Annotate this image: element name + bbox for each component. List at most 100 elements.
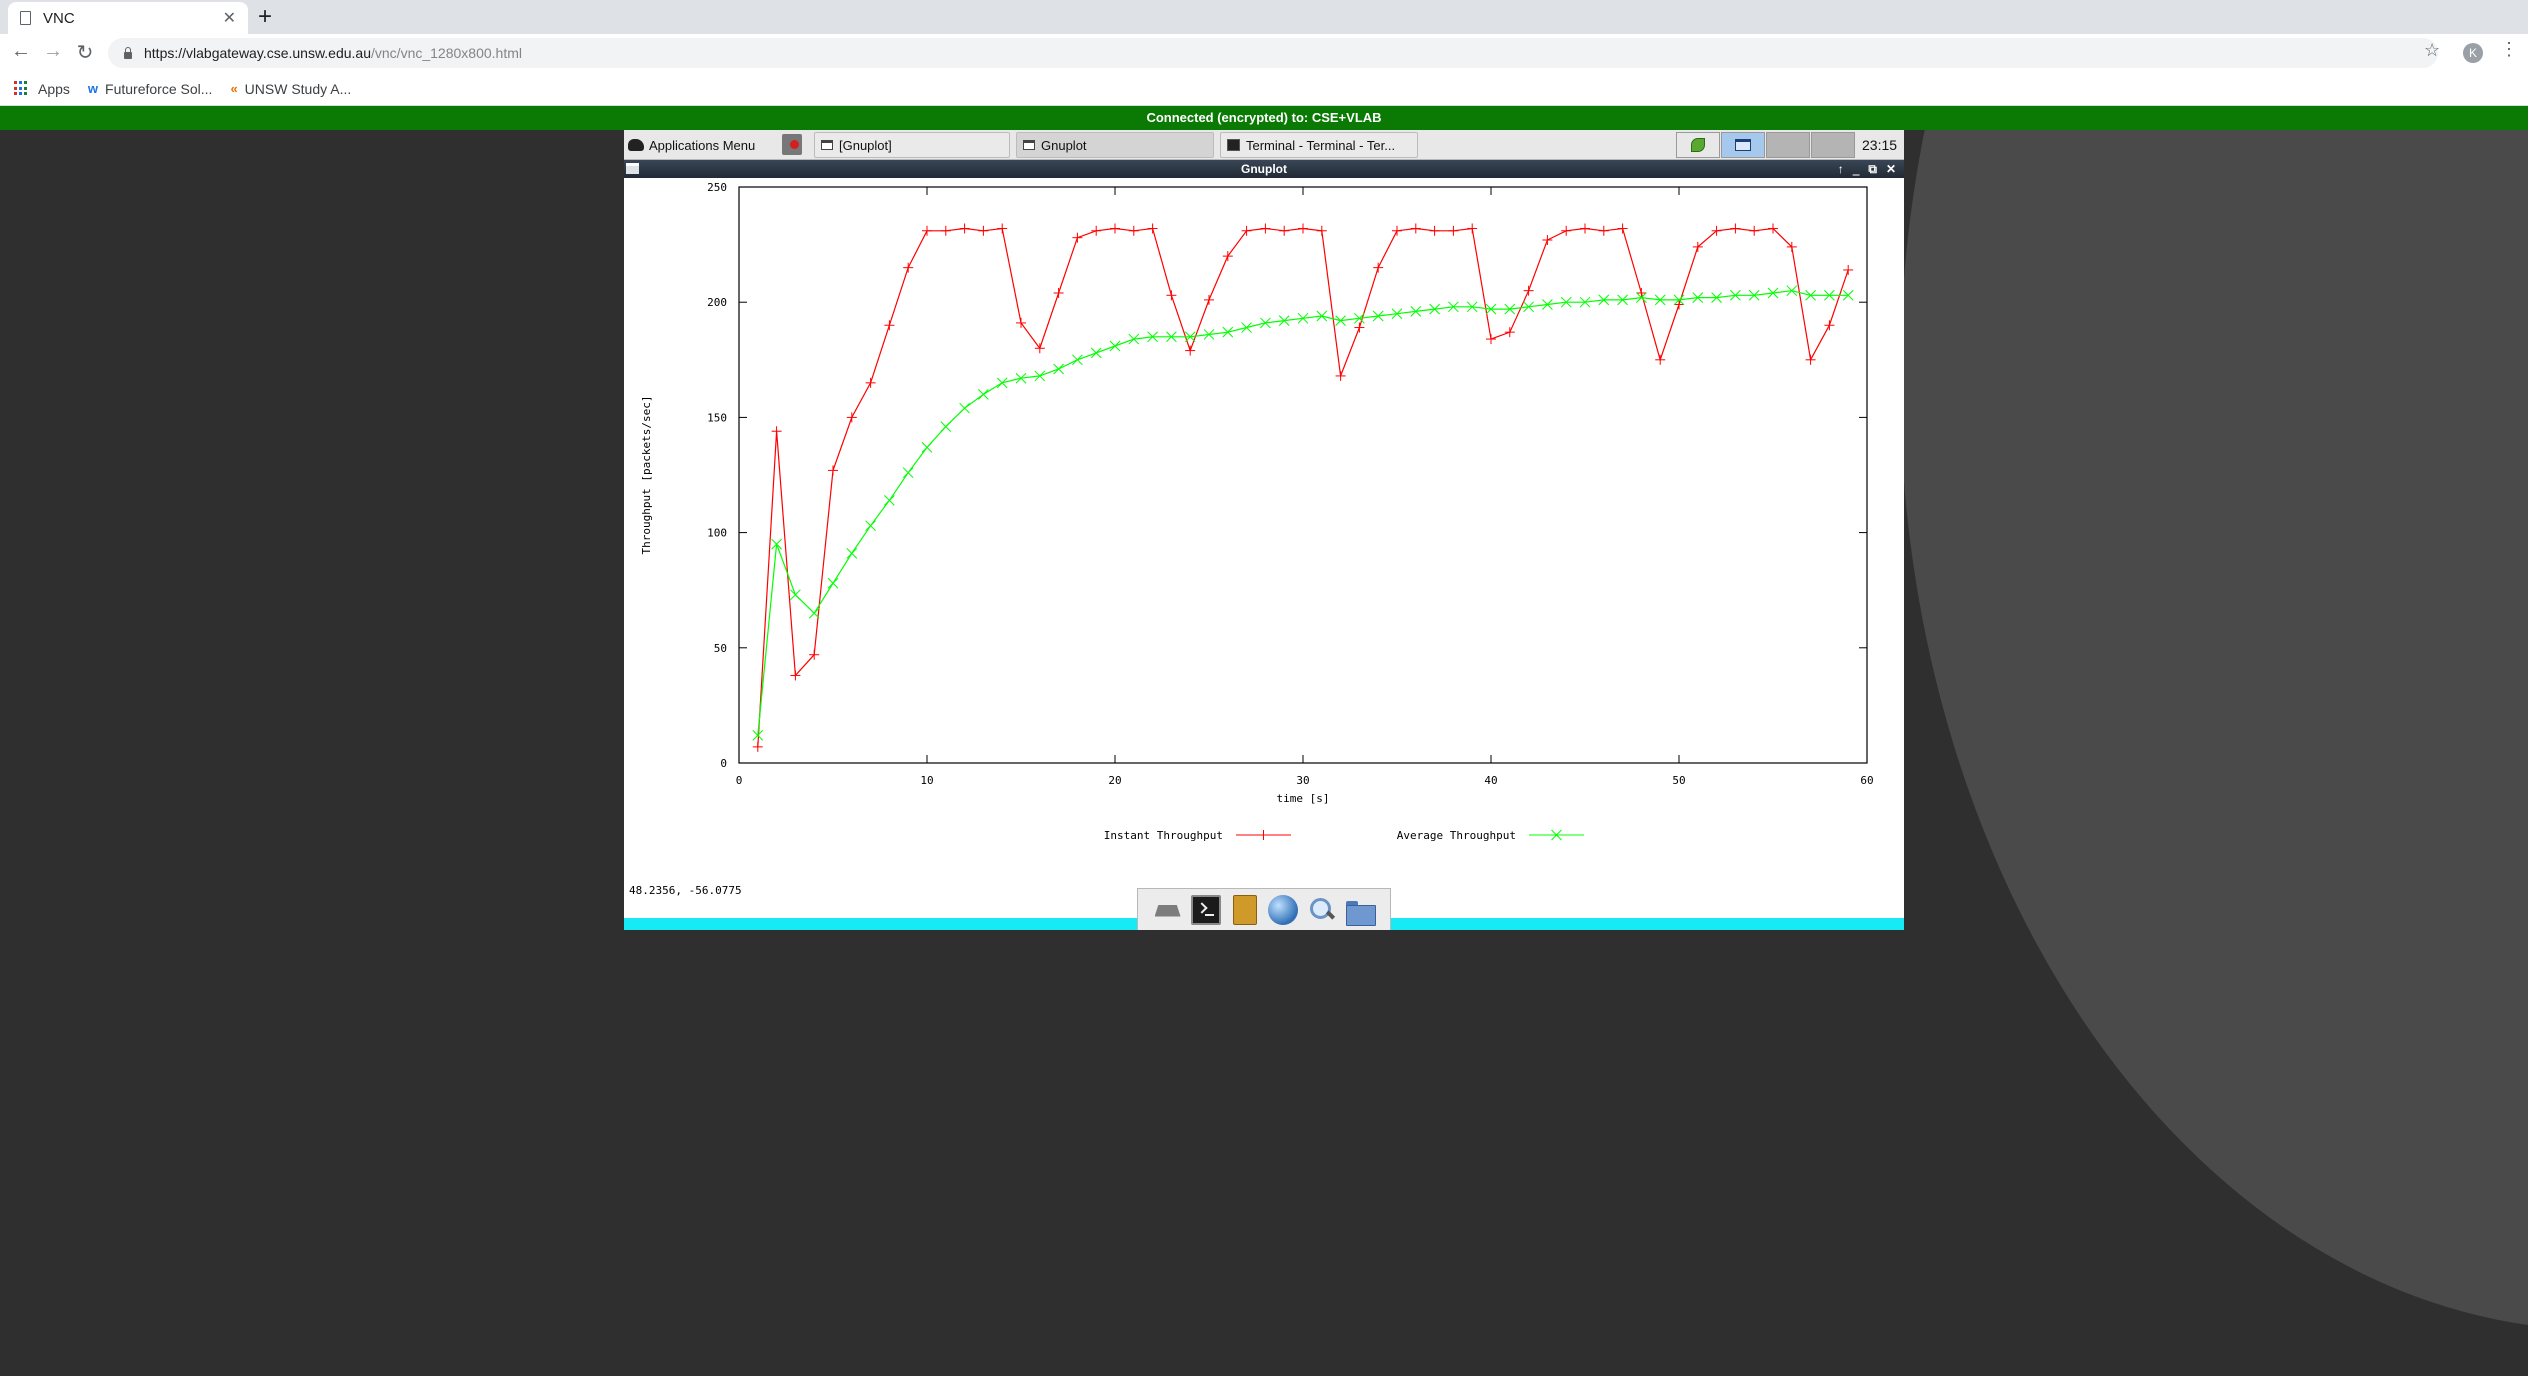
x-tick-label: 40 xyxy=(1484,774,1497,787)
bookmark-unsw[interactable]: « UNSW Study A... xyxy=(230,81,351,97)
tab-strip: VNC ✕ + xyxy=(0,0,2528,34)
average-throughput-point xyxy=(959,402,970,414)
series-markers xyxy=(752,223,1854,752)
gnuplot-chart[interactable]: 0 10 20 30 40 50 60 0 50 100 150 200 250 time [s] Th… xyxy=(624,178,1904,898)
reload-button[interactable]: ↻ xyxy=(72,40,98,65)
x-tick-label: 20 xyxy=(1108,774,1121,787)
terminal-icon xyxy=(1227,139,1240,151)
y-tick-label: 50 xyxy=(714,642,727,655)
window-title: Gnuplot xyxy=(1241,162,1287,176)
average-throughput-point xyxy=(827,577,839,589)
panel-tray: 23:15 xyxy=(1676,132,1904,158)
search-icon[interactable] xyxy=(1307,895,1337,925)
forward-button[interactable]: → xyxy=(40,40,66,63)
instant-throughput-point xyxy=(940,225,951,236)
shade-up-button[interactable]: ↑ xyxy=(1838,160,1844,178)
web-browser-icon[interactable] xyxy=(1268,894,1299,925)
instant-throughput-point xyxy=(1166,290,1177,301)
instant-throughput-point xyxy=(1523,285,1534,296)
average-throughput-point xyxy=(808,607,820,619)
instant-throughput-point xyxy=(903,262,914,273)
tab-vnc[interactable]: VNC ✕ xyxy=(8,2,248,34)
profile-avatar[interactable]: K xyxy=(2463,43,2483,63)
bookmark-star-icon[interactable]: ☆ xyxy=(2424,40,2440,61)
instant-throughput-point xyxy=(978,225,989,236)
notes-icon[interactable] xyxy=(1232,894,1257,925)
bookmark-futureforce[interactable]: w Futureforce Sol... xyxy=(88,81,213,97)
window-icon xyxy=(1023,140,1035,150)
legend: Instant Throughput Average Throughput xyxy=(1104,829,1584,842)
instant-throughput-point xyxy=(771,426,782,437)
instant-throughput-point xyxy=(1222,251,1233,262)
logout-icon[interactable] xyxy=(782,134,802,155)
instant-throughput-point xyxy=(959,223,970,234)
close-button[interactable]: ✕ xyxy=(1886,160,1896,178)
plot-frame xyxy=(738,186,1868,764)
back-button[interactable]: ← xyxy=(8,40,34,63)
browser-toolbar: ← → ↻ https://vlabgateway.cse.unsw.edu.a… xyxy=(0,34,2528,72)
window-titlebar[interactable]: Gnuplot ↑ ‗ ⧉ ✕ xyxy=(624,160,1904,178)
address-bar[interactable]: https://vlabgateway.cse.unsw.edu.au/vnc/… xyxy=(108,38,2438,68)
axis-ticks: 0 10 20 30 40 50 60 0 50 100 150 200 250 xyxy=(707,181,1874,787)
dock-area xyxy=(624,888,1904,930)
maximize-button[interactable]: ⧉ xyxy=(1868,160,1877,178)
instant-throughput-point xyxy=(1241,225,1252,236)
browser-menu-button[interactable]: ⋮ xyxy=(2500,39,2518,60)
legend-label-average: Average Throughput xyxy=(1397,829,1516,842)
y-tick-label: 200 xyxy=(707,296,727,309)
average-throughput-point xyxy=(865,520,876,532)
workspace-3[interactable] xyxy=(1766,132,1810,158)
remote-desktop[interactable]: Applications Menu [Gnuplot] Gnuplot Term… xyxy=(624,130,1904,930)
instant-throughput-point xyxy=(1674,299,1684,310)
file-manager-icon[interactable] xyxy=(1345,895,1377,926)
instant-throughput-point xyxy=(846,412,857,423)
instant-throughput-point xyxy=(1636,287,1647,298)
instant-throughput-point xyxy=(884,320,895,331)
instant-throughput-point xyxy=(1580,223,1590,234)
task-label: [Gnuplot] xyxy=(839,137,892,153)
y-axis-label: Throughput [packets/sec] xyxy=(640,396,653,555)
task-gnuplot[interactable]: Gnuplot xyxy=(1016,132,1214,158)
workspace-2[interactable] xyxy=(1721,132,1765,158)
x-tick-label: 30 xyxy=(1296,774,1309,787)
y-tick-label: 250 xyxy=(707,181,727,194)
legend-label-instant: Instant Throughput xyxy=(1104,829,1223,842)
average-throughput-point xyxy=(940,421,952,432)
window-menu-icon[interactable] xyxy=(626,163,639,174)
applications-menu-button[interactable]: Applications Menu xyxy=(628,132,755,158)
instant-throughput-point xyxy=(1805,354,1816,365)
terminal-icon[interactable] xyxy=(1191,894,1222,925)
x-tick-label: 0 xyxy=(736,774,743,787)
leaf-icon xyxy=(1691,138,1705,152)
gnuplot-window[interactable]: Gnuplot ↑ ‗ ⧉ ✕ 0 10 20 30 40 50 60 0 50 100 150 20… xyxy=(624,160,1904,918)
instant-throughput-point xyxy=(1486,334,1496,345)
bookmarks-bar: Apps w Futureforce Sol... « UNSW Study A… xyxy=(0,72,2528,106)
workspace-1[interactable] xyxy=(1676,132,1720,158)
bookmark-label: UNSW Study A... xyxy=(244,80,352,97)
instant-throughput-point xyxy=(1298,223,1308,234)
tab-close-button[interactable]: ✕ xyxy=(223,8,236,28)
bookmark-apps[interactable]: Apps xyxy=(14,81,70,97)
minimize-button[interactable]: ‗ xyxy=(1853,160,1860,178)
url-path: /vnc/vnc_1280x800.html xyxy=(371,45,522,61)
instant-throughput-point xyxy=(1504,327,1515,338)
background-curve xyxy=(1900,130,2528,1330)
instant-throughput-point xyxy=(1843,264,1854,275)
instant-throughput-point xyxy=(1561,225,1572,236)
task-gnuplot-hidden[interactable]: [Gnuplot] xyxy=(814,132,1010,158)
instant-throughput-point xyxy=(1110,223,1120,234)
instant-throughput-point xyxy=(1655,354,1666,365)
legend-marker-instant xyxy=(1258,830,1269,840)
instant-throughput-point xyxy=(1091,225,1102,236)
panel-clock[interactable]: 23:15 xyxy=(1862,137,1897,153)
unsw-icon: « xyxy=(230,81,238,96)
instant-throughput-point xyxy=(1279,225,1290,236)
applications-menu-label: Applications Menu xyxy=(649,137,756,153)
instant-throughput-point xyxy=(1260,223,1271,234)
task-label: Terminal - Terminal - Ter... xyxy=(1246,137,1396,153)
task-terminal[interactable]: Terminal - Terminal - Ter... xyxy=(1220,132,1418,158)
show-desktop-icon[interactable] xyxy=(1153,895,1183,925)
new-tab-button[interactable]: + xyxy=(258,3,272,31)
instant-throughput-point xyxy=(1016,317,1026,328)
workspace-4[interactable] xyxy=(1811,132,1855,158)
